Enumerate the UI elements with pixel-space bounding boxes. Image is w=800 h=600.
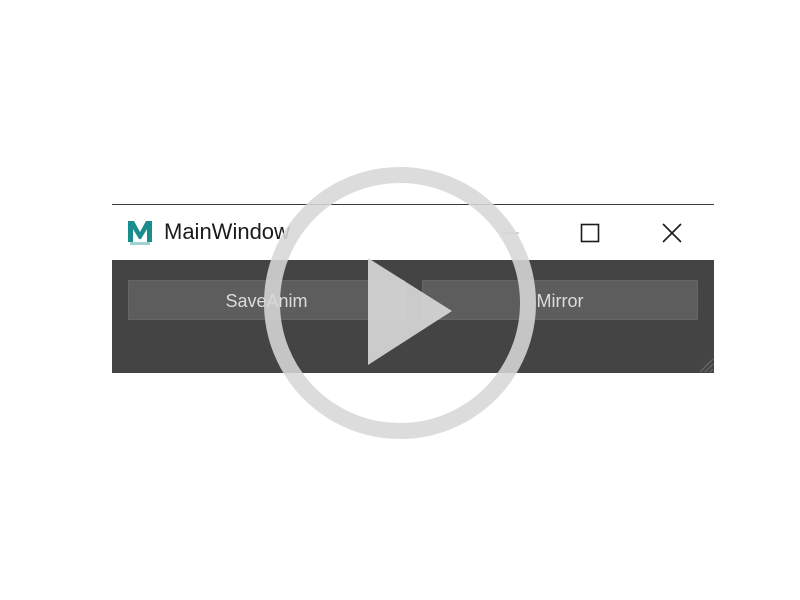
window-title: MainWindow bbox=[164, 219, 290, 244]
minimize-icon bbox=[501, 231, 519, 234]
resize-grip-icon[interactable] bbox=[696, 355, 714, 373]
minimize-button[interactable] bbox=[470, 205, 550, 260]
save-anim-button[interactable]: SaveAnim bbox=[128, 280, 405, 320]
screenshot-stage: MainWindow SaveAnim Mirror bbox=[0, 0, 800, 600]
close-button[interactable] bbox=[632, 205, 712, 260]
maximize-button[interactable] bbox=[550, 205, 630, 260]
window-content: SaveAnim Mirror bbox=[112, 260, 714, 373]
title-bar[interactable]: MainWindow bbox=[112, 205, 714, 260]
maximize-icon bbox=[580, 223, 600, 242]
main-window: MainWindow SaveAnim Mirror bbox=[112, 204, 714, 373]
close-icon bbox=[662, 222, 682, 243]
mirror-button[interactable]: Mirror bbox=[422, 280, 698, 320]
maya-m-icon bbox=[126, 218, 154, 246]
